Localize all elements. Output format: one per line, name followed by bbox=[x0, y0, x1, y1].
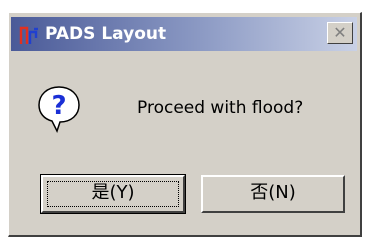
pads-app-icon bbox=[19, 26, 38, 44]
svg-text:?: ? bbox=[51, 91, 66, 121]
no-button-label: 否(N) bbox=[250, 182, 296, 203]
question-icon: ? bbox=[38, 86, 80, 133]
close-icon: ✕ bbox=[333, 23, 347, 42]
yes-button[interactable]: 是(Y) bbox=[40, 174, 186, 214]
title-bar[interactable]: PADS Layout ✕ bbox=[11, 17, 357, 51]
close-button[interactable]: ✕ bbox=[327, 22, 353, 44]
message-dialog: PADS Layout ✕ ? Proceed with flood? 是(Y)… bbox=[8, 12, 362, 237]
window-title: PADS Layout bbox=[45, 24, 167, 44]
no-button[interactable]: 否(N) bbox=[201, 175, 345, 213]
message-text: Proceed with flood? bbox=[137, 98, 304, 118]
yes-button-label: 是(Y) bbox=[91, 182, 135, 203]
